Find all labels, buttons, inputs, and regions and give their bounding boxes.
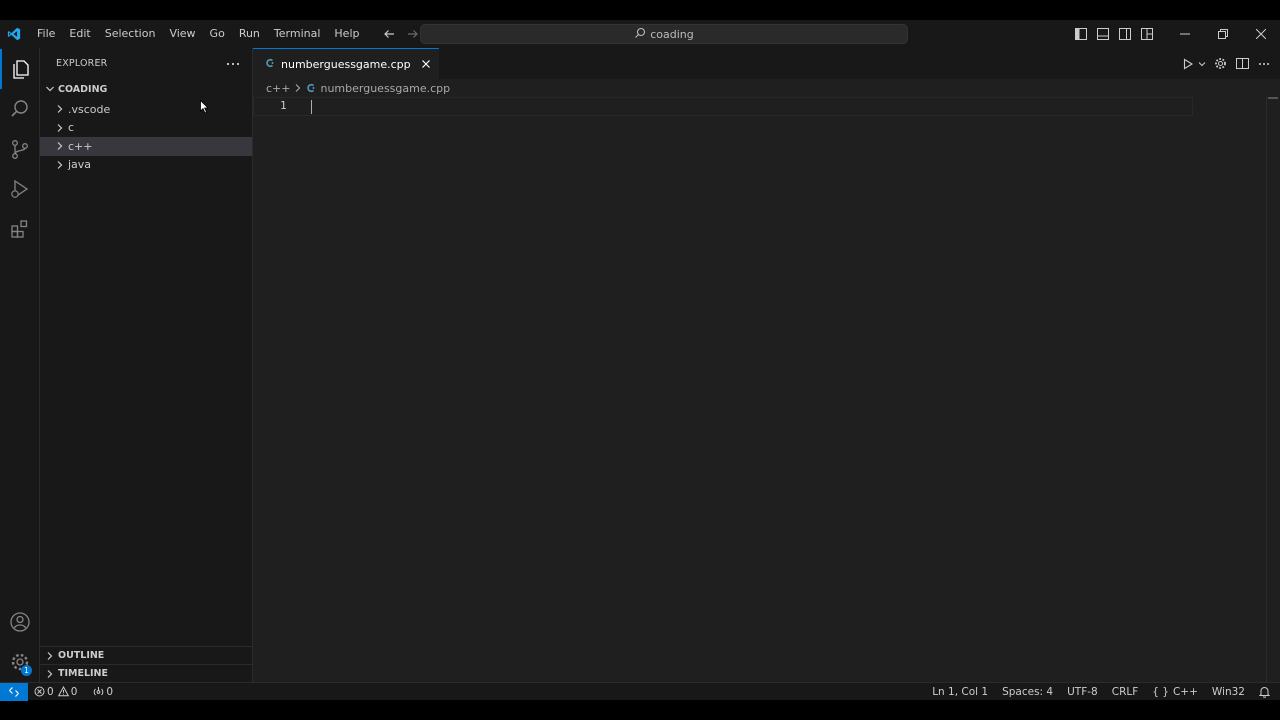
- explorer-title: EXPLORER: [56, 57, 108, 69]
- toggle-secondary-sidebar-icon[interactable]: [1114, 20, 1136, 48]
- timeline-section[interactable]: TIMELINE: [40, 664, 253, 682]
- menu-selection[interactable]: Selection: [98, 20, 163, 48]
- ports-status[interactable]: 0: [93, 686, 113, 698]
- warning-count: 0: [70, 685, 78, 698]
- tree-item-vscode[interactable]: .vscode: [40, 100, 252, 119]
- line-number: 1: [280, 99, 287, 112]
- manage-gear-icon[interactable]: 1: [0, 642, 40, 682]
- cpp-file-icon: [265, 58, 275, 71]
- split-editor-icon[interactable]: [1234, 56, 1250, 72]
- tree-item-cpp[interactable]: c++: [40, 137, 252, 156]
- vscode-window: File Edit Selection View Go Run Terminal…: [0, 20, 1280, 701]
- accounts-icon[interactable]: [0, 602, 40, 642]
- command-center-search[interactable]: coading: [420, 24, 908, 44]
- workspace-folder-label: COADING: [58, 83, 108, 95]
- braces-icon: { }: [1152, 686, 1169, 698]
- activity-bar: 1: [0, 48, 40, 682]
- text-cursor: [311, 100, 312, 114]
- tree-item-label: .vscode: [68, 102, 111, 116]
- toggle-primary-sidebar-icon[interactable]: [1070, 20, 1092, 48]
- tree-item-java[interactable]: java: [40, 156, 252, 175]
- cursor-position[interactable]: Ln 1, Col 1: [932, 686, 988, 698]
- timeline-label: TIMELINE: [58, 668, 108, 679]
- close-window-icon[interactable]: [1242, 20, 1280, 48]
- debug-settings-gear-icon[interactable]: [1212, 56, 1228, 72]
- explorer-sidebar: EXPLORER COADING .vscode c c++ java OUTL…: [40, 48, 253, 682]
- forward-arrow-icon[interactable]: [406, 27, 420, 41]
- menu-help[interactable]: Help: [327, 20, 366, 48]
- menu-go[interactable]: Go: [203, 20, 232, 48]
- restore-icon[interactable]: [1204, 20, 1242, 48]
- menu-bar: File Edit Selection View Go Run Terminal…: [30, 20, 366, 48]
- editor-area: numberguessgame.cpp c++ numberguessgame.…: [253, 48, 1280, 682]
- close-tab-icon[interactable]: [421, 59, 431, 69]
- search-icon: [634, 27, 646, 42]
- run-debug-icon[interactable]: [0, 169, 40, 209]
- back-arrow-icon[interactable]: [382, 27, 396, 41]
- breadcrumb: c++ numberguessgame.cpp: [253, 79, 1280, 97]
- remote-indicator-icon[interactable]: [0, 682, 28, 701]
- extensions-icon[interactable]: [0, 209, 40, 249]
- tree-item-label: c++: [68, 139, 93, 153]
- cpp-file-icon: [306, 83, 316, 93]
- error-count: 0: [47, 685, 54, 698]
- scrollbar-cursor-marker: [1268, 97, 1278, 99]
- run-dropdown-chevron-icon[interactable]: [1198, 56, 1206, 72]
- tree-item-label: c: [68, 121, 75, 135]
- menu-terminal[interactable]: Terminal: [267, 20, 328, 48]
- ports-icon: [94, 687, 104, 696]
- end-of-line[interactable]: CRLF: [1112, 686, 1139, 698]
- problems-status[interactable]: 0 0: [34, 686, 77, 698]
- chevron-right-icon: [54, 122, 66, 134]
- minimize-icon[interactable]: [1166, 20, 1204, 48]
- notifications-bell-icon[interactable]: [1259, 686, 1270, 698]
- search-view-icon[interactable]: [0, 89, 40, 129]
- tab-bar: numberguessgame.cpp: [253, 48, 1280, 79]
- tab-numberguessgame[interactable]: numberguessgame.cpp: [253, 48, 439, 79]
- command-center-text: coading: [650, 27, 694, 41]
- breadcrumb-separator-icon: [294, 83, 302, 93]
- language-label: C++: [1172, 686, 1198, 698]
- tree-item-label: java: [68, 158, 92, 172]
- notification-badge: 1: [21, 665, 32, 676]
- platform-config[interactable]: Win32: [1212, 686, 1245, 698]
- outline-section[interactable]: OUTLINE: [40, 646, 253, 664]
- chevron-right-icon: [44, 650, 56, 662]
- file-encoding[interactable]: UTF-8: [1067, 686, 1098, 698]
- chevron-right-icon: [54, 103, 66, 115]
- ports-count: 0: [106, 685, 114, 698]
- explorer-header: EXPLORER: [40, 48, 252, 78]
- current-line[interactable]: 1: [253, 97, 1193, 116]
- vscode-logo-icon: [0, 20, 28, 48]
- toggle-panel-icon[interactable]: [1092, 20, 1114, 48]
- customize-layout-icon[interactable]: [1136, 20, 1158, 48]
- source-control-icon[interactable]: [0, 129, 40, 169]
- menu-file[interactable]: File: [30, 20, 62, 48]
- chevron-right-icon: [44, 668, 56, 680]
- outline-label: OUTLINE: [58, 650, 105, 661]
- status-bar: 0 0 0 Ln 1, Col 1 Spaces: 4 UTF-8 CRLF {…: [0, 682, 1280, 701]
- more-actions-icon[interactable]: [226, 58, 240, 69]
- language-mode[interactable]: { } C++: [1152, 686, 1198, 698]
- chevron-right-icon: [54, 140, 66, 152]
- menu-view[interactable]: View: [162, 20, 202, 48]
- editor-more-actions-icon[interactable]: [1256, 56, 1272, 72]
- indentation[interactable]: Spaces: 4: [1002, 686, 1053, 698]
- title-bar: File Edit Selection View Go Run Terminal…: [0, 20, 1280, 48]
- warning-icon: [57, 686, 69, 697]
- menu-run[interactable]: Run: [232, 20, 267, 48]
- menu-edit[interactable]: Edit: [62, 20, 97, 48]
- workspace-folder[interactable]: COADING: [40, 78, 252, 100]
- breadcrumb-folder[interactable]: c++: [266, 82, 290, 95]
- chevron-right-icon: [54, 159, 66, 171]
- run-code-icon[interactable]: [1180, 56, 1196, 72]
- mouse-cursor-icon: [200, 99, 210, 117]
- error-icon: [34, 686, 45, 697]
- tab-label: numberguessgame.cpp: [281, 57, 411, 71]
- chevron-down-icon: [44, 83, 56, 95]
- explorer-icon[interactable]: [0, 49, 40, 89]
- editor-scrollbar[interactable]: [1266, 97, 1280, 682]
- breadcrumb-file[interactable]: numberguessgame.cpp: [320, 82, 450, 95]
- tree-item-c[interactable]: c: [40, 119, 252, 138]
